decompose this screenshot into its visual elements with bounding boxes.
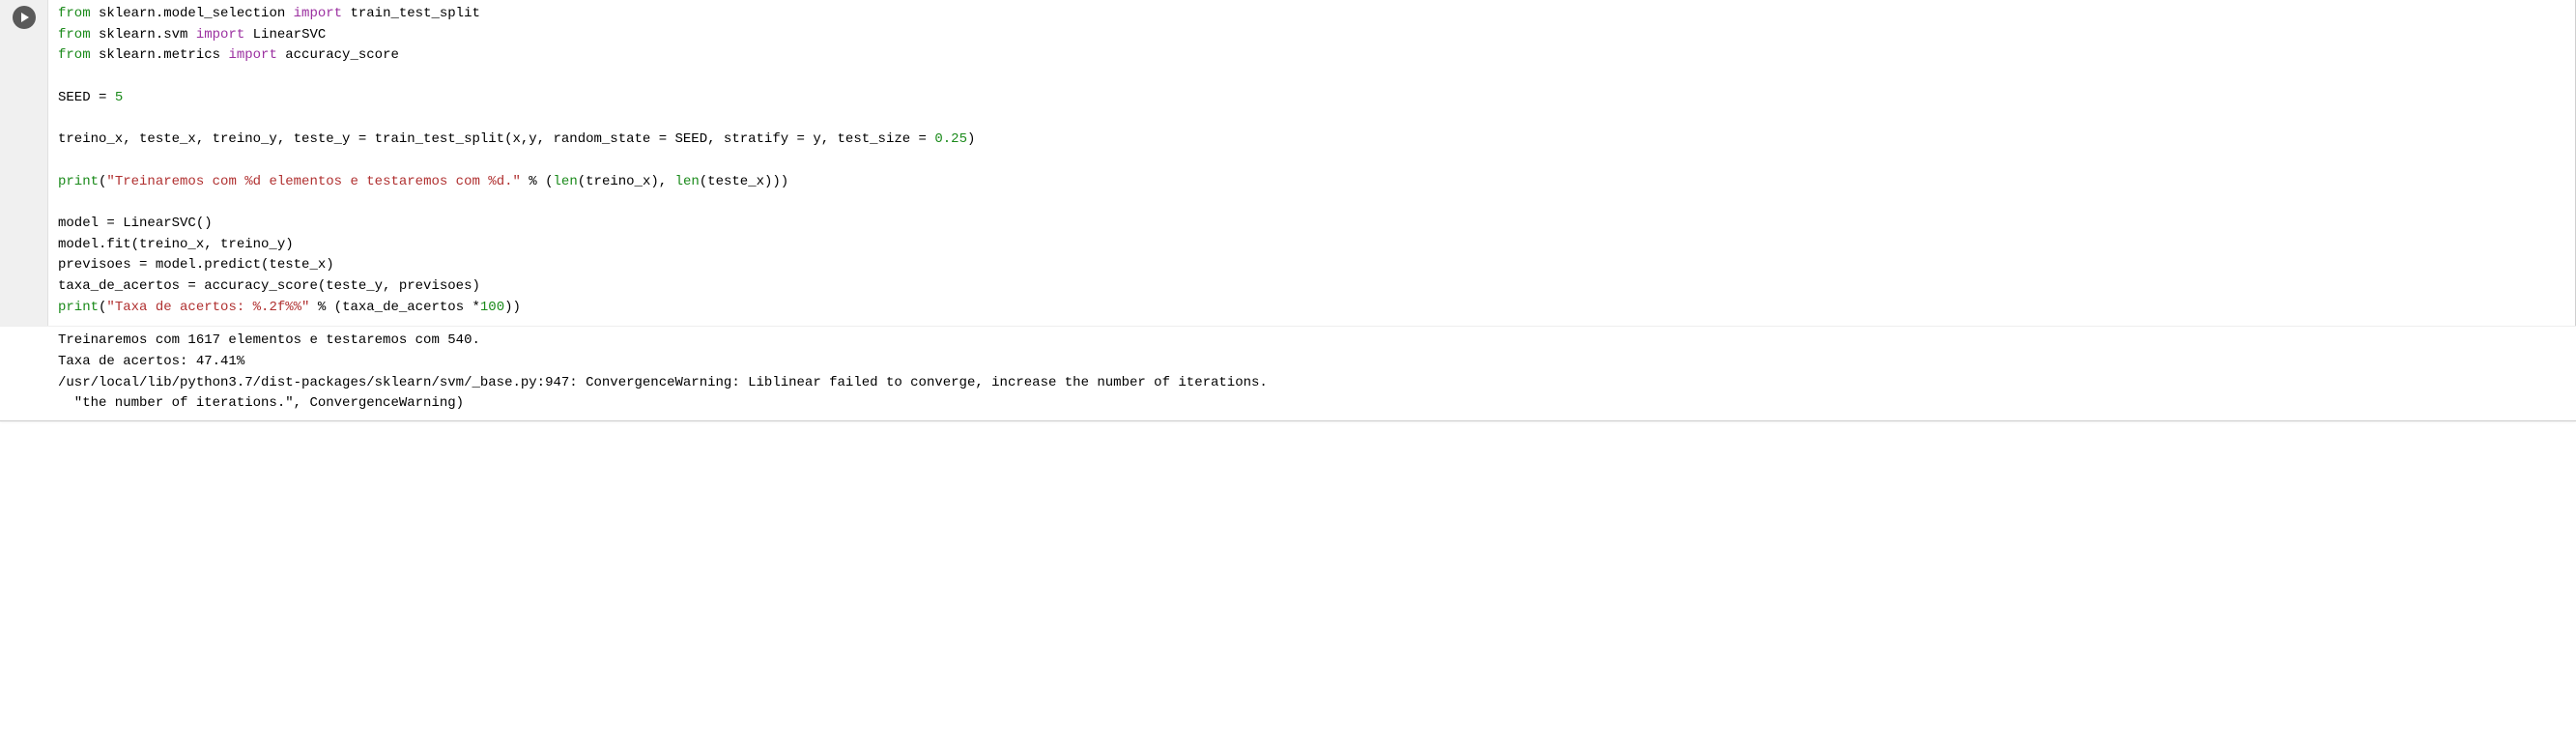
- code-line: treino_x, teste_x, treino_y, teste_y = t…: [58, 130, 2567, 151]
- code-line: [58, 67, 2567, 88]
- code-line: print("Treinaremos com %d elementos e te…: [58, 172, 2567, 193]
- code-line: from sklearn.metrics import accuracy_sco…: [58, 45, 2567, 67]
- code-line: [58, 151, 2567, 172]
- output-line: /usr/local/lib/python3.7/dist-packages/s…: [58, 373, 2568, 394]
- output-text: Treinaremos com 1617 elementos e testare…: [48, 327, 2576, 420]
- code-line: print("Taxa de acertos: %.2f%%" % (taxa_…: [58, 298, 2567, 319]
- code-line: model.fit(treino_x, treino_y): [58, 235, 2567, 256]
- code-line: SEED = 5: [58, 88, 2567, 109]
- code-line: from sklearn.model_selection import trai…: [58, 4, 2567, 25]
- code-cell: from sklearn.model_selection import trai…: [0, 0, 2576, 326]
- code-line: from sklearn.svm import LinearSVC: [58, 25, 2567, 46]
- output-cell: Treinaremos com 1617 elementos e testare…: [0, 326, 2576, 421]
- output-line: "the number of iterations.", Convergence…: [58, 393, 2568, 415]
- cell-gutter: [0, 0, 48, 326]
- run-button[interactable]: [13, 6, 36, 29]
- output-line: Taxa de acertos: 47.41%: [58, 352, 2568, 373]
- code-editor[interactable]: from sklearn.model_selection import trai…: [48, 0, 2576, 326]
- code-line: [58, 192, 2567, 214]
- code-line: model = LinearSVC(): [58, 214, 2567, 235]
- code-line: taxa_de_acertos = accuracy_score(teste_y…: [58, 276, 2567, 298]
- code-line: [58, 108, 2567, 130]
- play-icon: [18, 12, 30, 23]
- output-line: Treinaremos com 1617 elementos e testare…: [58, 331, 2568, 352]
- output-gutter: [0, 327, 48, 420]
- code-line: previsoes = model.predict(teste_x): [58, 255, 2567, 276]
